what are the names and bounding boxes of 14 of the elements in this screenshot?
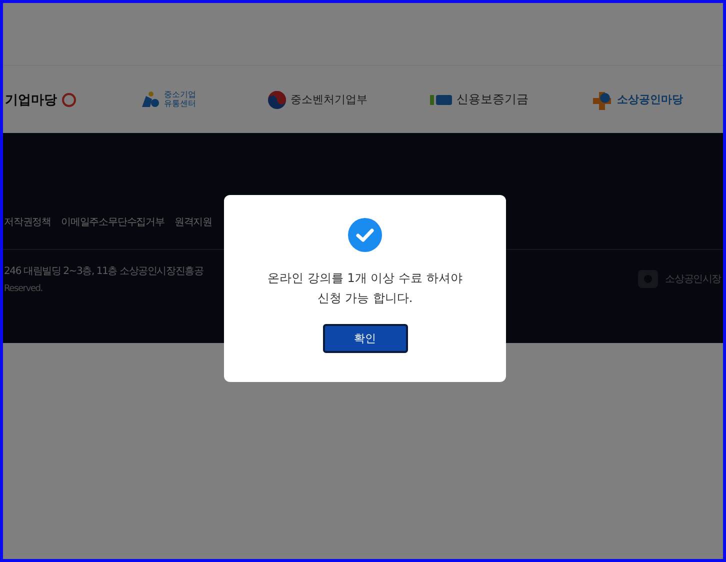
- address-text: 246 대림빌딩 2~3층, 11층 소상공인시장진흥공: [4, 265, 204, 278]
- partner-logo[interactable]: 신용보증기금: [430, 91, 528, 108]
- partner-logo[interactable]: 기업마당: [5, 90, 77, 108]
- partner-logo[interactable]: 중소기업 유통센터: [140, 90, 204, 108]
- org-logo-text: 소상공인시장: [665, 273, 721, 286]
- partner-logo[interactable]: 소상공인마당: [591, 90, 683, 110]
- dialog-message: 온라인 강의를 1개 이상 수료 하셔야 신청 가능 합니다.: [268, 270, 462, 307]
- footer-link[interactable]: 이메일주소무단수집거부: [61, 215, 164, 229]
- check-icon: [348, 218, 382, 252]
- copyright-text: Reserved.: [4, 284, 44, 294]
- footer-link[interactable]: 원격지원: [174, 215, 212, 229]
- confirm-button[interactable]: 확인: [322, 324, 408, 353]
- partner-logo[interactable]: 중소벤처기업부: [266, 90, 368, 110]
- footer-link[interactable]: 저작권정책: [4, 215, 52, 229]
